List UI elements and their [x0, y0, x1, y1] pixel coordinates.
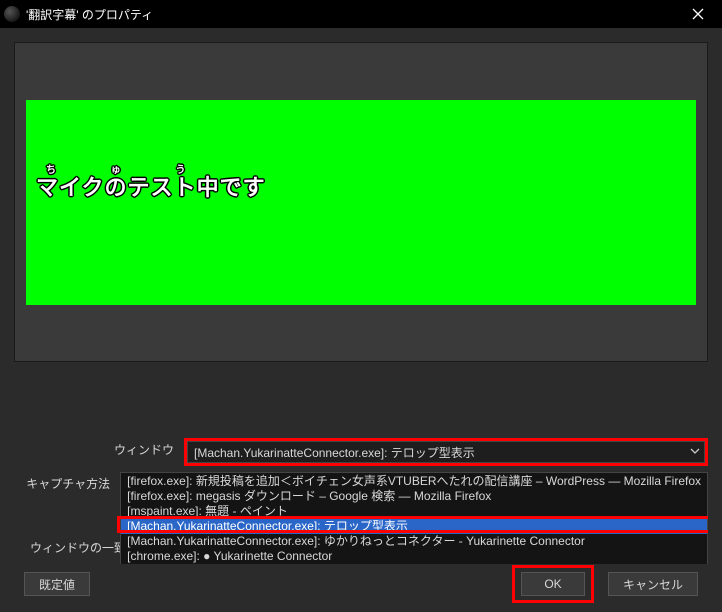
cancel-button[interactable]: キャンセル — [608, 572, 698, 596]
preview-subtitle: マイクのテストちゅう中です — [36, 165, 266, 202]
dialog-footer: 既定値 OK キャンセル — [14, 564, 708, 604]
label-capture: キャプチャ方法 — [14, 472, 120, 492]
preview-canvas: マイクのテストちゅう中です — [26, 100, 696, 305]
close-button[interactable] — [678, 0, 718, 28]
label-window: ウィンドウ — [14, 438, 184, 458]
close-icon — [692, 8, 704, 20]
dropdown-option[interactable]: [mspaint.exe]: 無題 - ペイント — [121, 504, 707, 519]
window-title: '翻訳字幕' のプロパティ — [26, 6, 678, 23]
dropdown-option[interactable]: [firefox.exe]: megasis ダウンロード – Google 検… — [121, 489, 707, 504]
window-select-value: [Machan.YukarinatteConnector.exe]: テロップ型… — [194, 444, 475, 461]
properties-form: ウィンドウ [Machan.YukarinatteConnector.exe]:… — [14, 438, 708, 564]
defaults-button[interactable]: 既定値 — [24, 572, 90, 596]
dropdown-option[interactable]: [chrome.exe]: ● Yukarinette Connector — [121, 549, 707, 564]
chevron-down-icon — [690, 445, 700, 459]
highlight-window-select: [Machan.YukarinatteConnector.exe]: テロップ型… — [184, 438, 708, 466]
preview-area: マイクのテストちゅう中です — [14, 42, 708, 362]
row-capture: キャプチャ方法 [firefox.exe]: 新規投稿を追加＜ボイチェン女声系V… — [14, 472, 708, 564]
window-select[interactable]: [Machan.YukarinatteConnector.exe]: テロップ型… — [187, 441, 705, 463]
ok-button[interactable]: OK — [521, 572, 585, 596]
window-dropdown-list[interactable]: [firefox.exe]: 新規投稿を追加＜ボイチェン女声系VTUBERへたれ… — [120, 472, 708, 564]
dropdown-option[interactable]: [Machan.YukarinatteConnector.exe]: テロップ型… — [121, 519, 707, 534]
titlebar: '翻訳字幕' のプロパティ — [0, 0, 722, 28]
app-icon — [4, 6, 20, 22]
dropdown-option[interactable]: [firefox.exe]: 新規投稿を追加＜ボイチェン女声系VTUBERへたれ… — [121, 474, 707, 489]
row-window: ウィンドウ [Machan.YukarinatteConnector.exe]:… — [14, 438, 708, 466]
dropdown-option[interactable]: [Machan.YukarinatteConnector.exe]: ゆかりねっ… — [121, 534, 707, 549]
highlight-ok: OK — [512, 565, 594, 603]
